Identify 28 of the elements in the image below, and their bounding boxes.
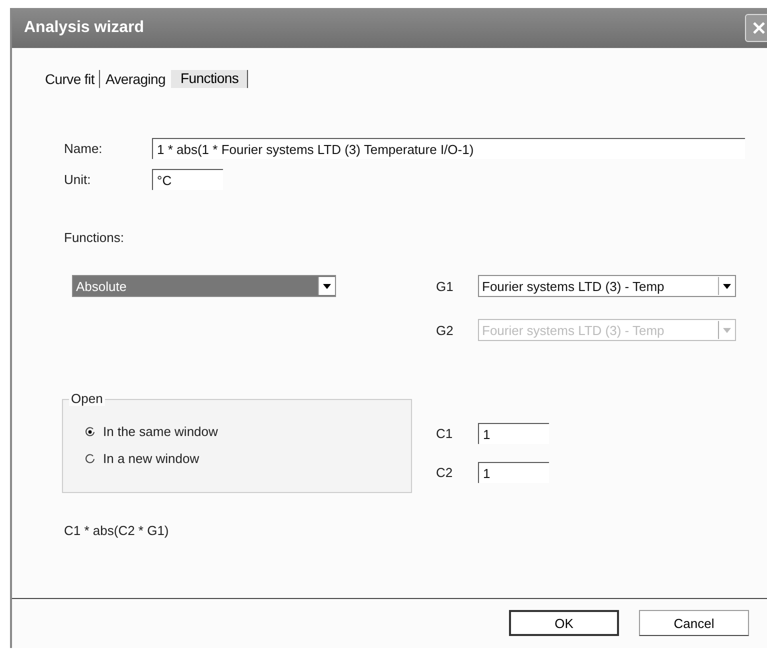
tab[interactable]: Averaging: [100, 70, 171, 88]
tab[interactable]: Curve fit: [40, 70, 100, 88]
constant-label: C2: [436, 465, 454, 480]
close-button[interactable]: [745, 14, 767, 42]
close-icon: [752, 21, 766, 35]
group-title: Open: [69, 391, 105, 406]
dialog-button[interactable]: OK: [509, 610, 619, 636]
tab[interactable]: Functions: [170, 70, 248, 88]
radio-option[interactable]: In a new window: [85, 451, 411, 466]
radio-option[interactable]: In the same window: [85, 424, 411, 439]
constant-label: C1: [436, 426, 454, 441]
dropdown-arrow-icon: [323, 284, 331, 288]
window-title: Analysis wizard: [24, 19, 144, 37]
function-dropdown[interactable]: Absolute: [72, 275, 336, 297]
unit-field[interactable]: °C: [152, 169, 223, 190]
dialog-button[interactable]: Cancel: [639, 610, 749, 636]
graph-label: G2: [436, 322, 454, 338]
functions-label: Functions:: [64, 230, 125, 245]
name-label: Name:: [64, 141, 104, 156]
formula-text: C1 * abs(C2 * G1): [64, 523, 170, 538]
unit-label: Unit:: [64, 172, 92, 187]
constant-field[interactable]: 1: [478, 462, 549, 483]
name-field[interactable]: 1 * abs(1 * Fourier systems LTD (3) Temperature I/O-1): [152, 138, 745, 159]
dropdown-arrow-icon: [723, 328, 731, 332]
dropdown-arrow-icon: [723, 284, 731, 288]
graph-dropdown[interactable]: Fourier systems LTD (3) - Temp: [478, 275, 736, 297]
graph-label: G1: [436, 278, 454, 294]
constant-field[interactable]: 1: [478, 423, 549, 444]
